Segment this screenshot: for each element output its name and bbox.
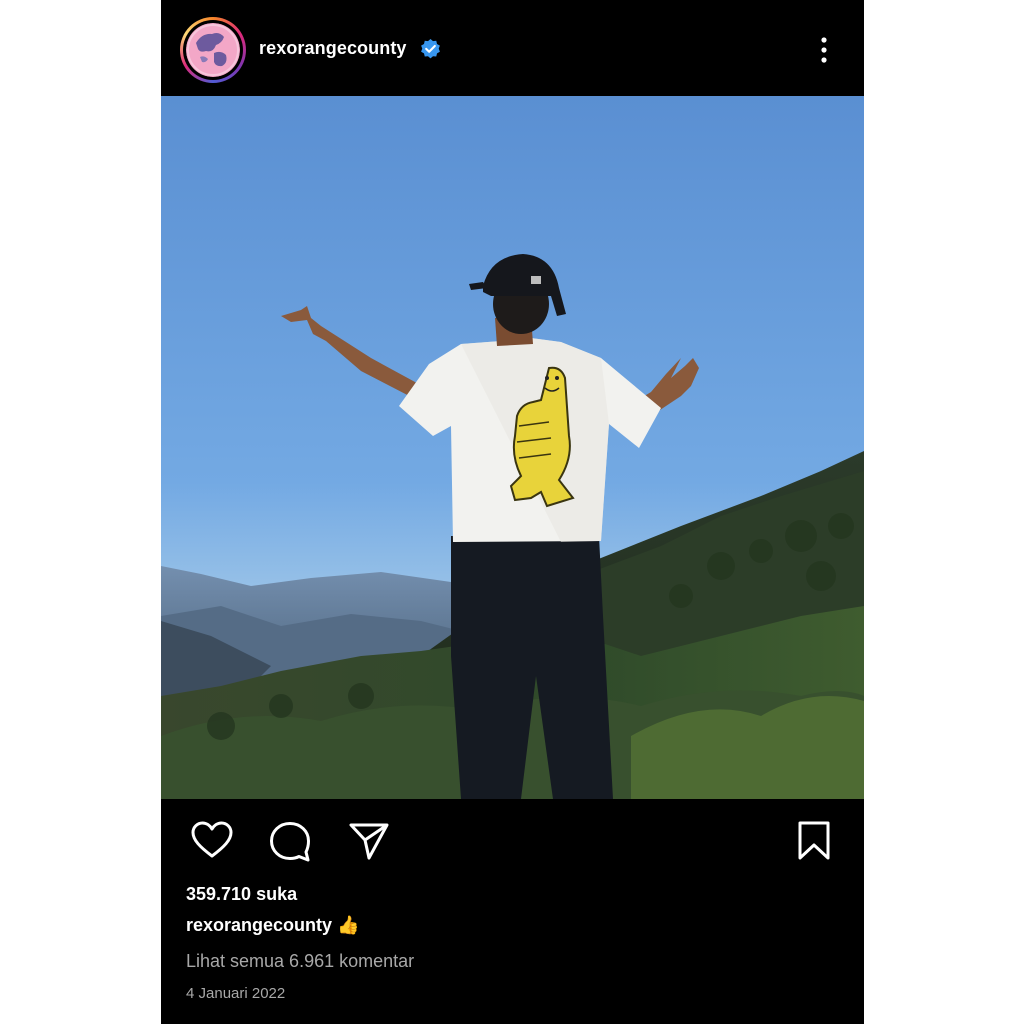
- more-vertical-icon[interactable]: [813, 35, 835, 67]
- comment-icon[interactable]: [268, 820, 312, 867]
- caption: rexorangecounty 👍: [186, 915, 359, 936]
- send-icon[interactable]: [347, 820, 391, 867]
- post-header: rexorangecounty: [161, 0, 864, 96]
- bookmark-icon[interactable]: [795, 820, 833, 867]
- post-username[interactable]: rexorangecounty: [259, 38, 407, 59]
- likes-count[interactable]: 359.710 suka: [186, 884, 297, 905]
- post-actions: [161, 800, 864, 880]
- post-photo[interactable]: [161, 96, 864, 799]
- verified-badge-icon: [419, 38, 442, 61]
- view-all-comments-link[interactable]: Lihat semua 6.961 komentar: [186, 951, 414, 972]
- heart-icon[interactable]: [190, 820, 234, 865]
- instagram-post: rexorangecounty 359.710 suka rexorangeco…: [161, 0, 864, 1024]
- caption-username[interactable]: rexorangecounty: [186, 915, 332, 935]
- avatar[interactable]: [180, 17, 246, 83]
- caption-text: 👍: [337, 915, 360, 935]
- post-date: 4 Januari 2022: [186, 985, 286, 1002]
- avatar-image: [186, 23, 240, 77]
